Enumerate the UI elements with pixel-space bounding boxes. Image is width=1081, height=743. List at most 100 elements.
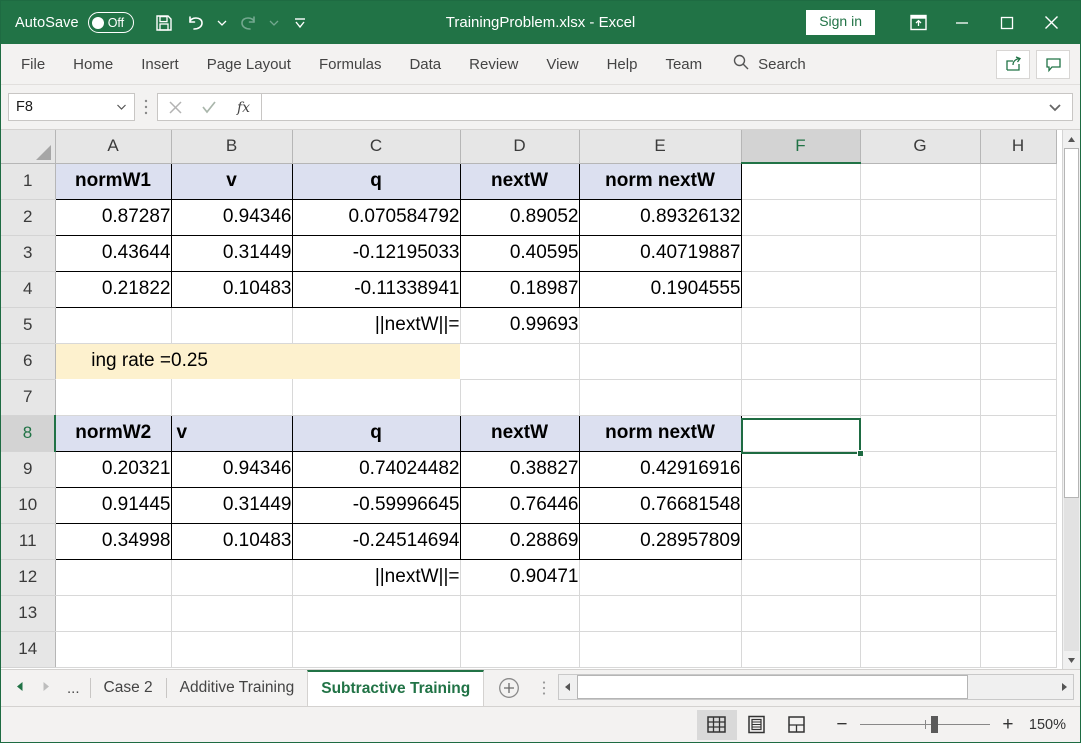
cell-b9[interactable]: 0.94346 (170, 450, 293, 488)
cell-a3[interactable]: 0.43644 (54, 234, 172, 272)
undo-icon[interactable] (180, 8, 212, 38)
page-layout-view-icon[interactable] (737, 710, 777, 740)
cell-h13[interactable] (980, 595, 1057, 632)
cell-f14[interactable] (741, 631, 861, 668)
enter-icon[interactable] (193, 94, 226, 120)
undo-chevron-down-icon[interactable] (212, 8, 232, 38)
cell-h4[interactable] (980, 271, 1057, 308)
cell-a9[interactable]: 0.20321 (54, 450, 172, 488)
row-header-7[interactable]: 7 (1, 379, 56, 416)
ribbon-display-options-icon[interactable] (897, 7, 939, 39)
select-all-corner[interactable] (1, 130, 56, 164)
cell-e11[interactable]: 0.28957809 (578, 522, 742, 560)
zoom-out-button[interactable]: − (835, 714, 849, 736)
cell-a13[interactable] (55, 595, 172, 632)
cell-e3[interactable]: 0.40719887 (578, 234, 742, 272)
cell-e5[interactable] (579, 307, 742, 344)
row-header-9[interactable]: 9 (1, 451, 56, 488)
cell-f12[interactable] (741, 559, 861, 596)
cell-a1[interactable]: normW1 (54, 162, 172, 200)
cell-g13[interactable] (860, 595, 981, 632)
cell-h12[interactable] (980, 559, 1057, 596)
normal-view-icon[interactable] (696, 709, 737, 740)
ribbon-tab-review[interactable]: Review (455, 50, 532, 79)
cell-b4[interactable]: 0.10483 (170, 270, 293, 308)
row-header-13[interactable]: 13 (1, 595, 56, 632)
cell-b8[interactable]: v (170, 414, 293, 452)
cell-h3[interactable] (980, 235, 1057, 272)
cell-h2[interactable] (980, 199, 1057, 236)
cell-h6[interactable] (980, 343, 1057, 380)
scroll-down-arrow-icon[interactable] (1063, 651, 1080, 669)
ribbon-tab-help[interactable]: Help (593, 50, 652, 79)
cell-b1[interactable]: v (170, 162, 293, 200)
sheet-nav-previous-icon[interactable] (15, 679, 25, 697)
row-header-11[interactable]: 11 (1, 523, 56, 560)
scroll-right-arrow-icon[interactable] (1055, 675, 1073, 699)
ribbon-tab-home[interactable]: Home (59, 50, 127, 79)
cell-c6[interactable] (292, 343, 460, 379)
cell-f2[interactable] (741, 199, 861, 236)
cell-d9[interactable]: 0.38827 (459, 450, 580, 488)
row-header-14[interactable]: 14 (1, 631, 56, 668)
scroll-up-arrow-icon[interactable] (1063, 130, 1080, 148)
column-header-e[interactable]: E (579, 130, 742, 164)
ribbon-tab-formulas[interactable]: Formulas (305, 50, 396, 79)
horizontal-scrollbar-thumb[interactable] (577, 675, 968, 699)
cell-a4[interactable]: 0.21822 (54, 270, 172, 308)
cell-d7[interactable] (460, 379, 580, 416)
cell-e8[interactable]: norm nextW (578, 414, 742, 452)
cell-a12[interactable] (55, 559, 172, 596)
cell-a10[interactable]: 0.91445 (54, 486, 172, 524)
cell-g2[interactable] (860, 199, 981, 236)
cell-f7[interactable] (741, 379, 861, 416)
column-header-g[interactable]: G (860, 130, 981, 164)
row-header-5[interactable]: 5 (1, 307, 56, 344)
cell-c7[interactable] (292, 379, 461, 416)
column-header-b[interactable]: B (171, 130, 293, 164)
ribbon-tab-data[interactable]: Data (395, 50, 455, 79)
cell-f3[interactable] (741, 235, 861, 272)
cell-e4[interactable]: 0.1904555 (578, 270, 742, 308)
row-header-10[interactable]: 10 (1, 487, 56, 524)
sheet-tab-case-2[interactable]: Case 2 (91, 670, 166, 706)
ribbon-tab-insert[interactable]: Insert (127, 50, 193, 79)
cell-f11[interactable] (741, 523, 861, 560)
cell-h9[interactable] (980, 451, 1057, 488)
cell-h11[interactable] (980, 523, 1057, 560)
cell-e7[interactable] (579, 379, 742, 416)
ribbon-tab-view[interactable]: View (532, 50, 592, 79)
autosave-toggle[interactable]: AutoSave Off (15, 12, 134, 33)
cell-d8[interactable]: nextW (459, 414, 580, 452)
cell-d5[interactable]: 0.99693 (460, 307, 580, 344)
page-break-preview-icon[interactable] (777, 710, 817, 740)
cell-d3[interactable]: 0.40595 (459, 234, 580, 272)
name-box[interactable]: F8 (8, 93, 135, 121)
zoom-in-button[interactable]: + (1001, 714, 1015, 736)
row-header-2[interactable]: 2 (1, 199, 56, 236)
fill-handle[interactable] (857, 450, 864, 457)
sheet-tab-additive-training[interactable]: Additive Training (167, 670, 308, 706)
cell-a14[interactable] (55, 631, 172, 668)
cell-e12[interactable] (579, 559, 742, 596)
cell-c4[interactable]: -0.11338941 (291, 270, 461, 308)
ribbon-tab-team[interactable]: Team (651, 50, 716, 79)
cell-b10[interactable]: 0.31449 (170, 486, 293, 524)
cell-e14[interactable] (579, 631, 742, 668)
cell-a5[interactable] (55, 307, 172, 344)
cell-g9[interactable] (860, 451, 981, 488)
cell-a8[interactable]: normW2 (54, 414, 172, 452)
row-header-8[interactable]: 8 (1, 415, 56, 452)
row-header-4[interactable]: 4 (1, 271, 56, 308)
name-box-chevron-down-icon[interactable] (116, 99, 127, 115)
cell-b11[interactable]: 0.10483 (170, 522, 293, 560)
cell-e9[interactable]: 0.42916916 (578, 450, 742, 488)
cell-f13[interactable] (741, 595, 861, 632)
cell-d6[interactable] (460, 343, 580, 380)
cell-e13[interactable] (579, 595, 742, 632)
cell-d1[interactable]: nextW (459, 162, 580, 200)
scroll-left-arrow-icon[interactable] (559, 675, 577, 699)
cell-b2[interactable]: 0.94346 (170, 198, 293, 236)
formula-bar-drag-handle[interactable] (135, 98, 157, 116)
cell-e6[interactable] (579, 343, 742, 380)
